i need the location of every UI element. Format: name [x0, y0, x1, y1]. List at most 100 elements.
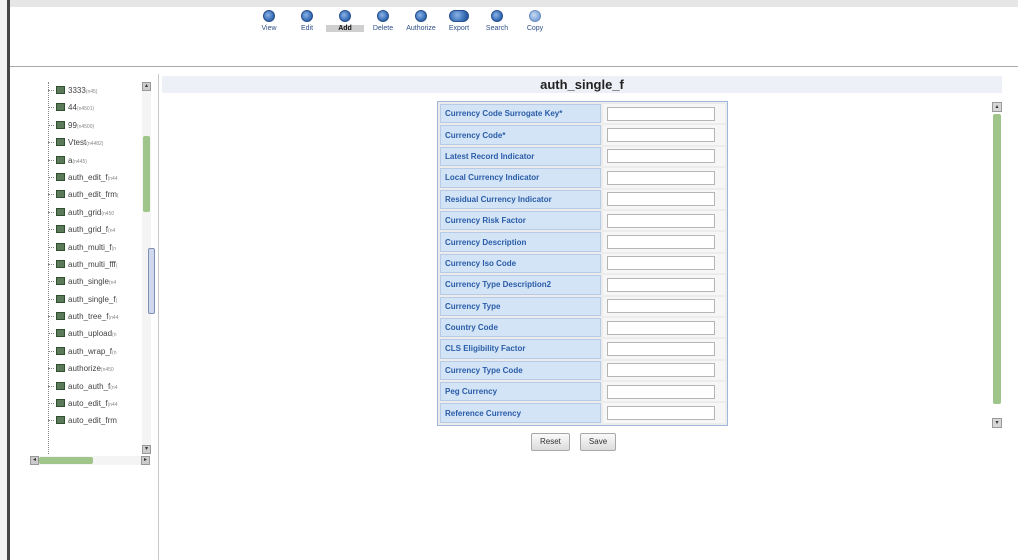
- toolbar-add-button[interactable]: Add: [326, 10, 364, 32]
- field-label: Currency Iso Code: [440, 253, 601, 274]
- tree-item-meta: (n450: [100, 367, 114, 374]
- toolbar-label: Copy: [526, 25, 544, 32]
- scroll-right-icon[interactable]: ▸: [141, 456, 150, 465]
- tree-connector: [48, 368, 54, 370]
- tree-item[interactable]: auth_tree_f(n44: [30, 308, 142, 325]
- text-input-field[interactable]: [607, 277, 715, 292]
- text-input-field[interactable]: [607, 384, 715, 399]
- text-input-field[interactable]: [607, 128, 715, 143]
- page-title: auth_single_f: [162, 76, 1002, 93]
- form-node-icon: [56, 381, 65, 390]
- text-input-field[interactable]: [607, 106, 715, 121]
- tree-item[interactable]: auto_auth_f(n4: [30, 378, 142, 395]
- toolbar-label: Authorize: [406, 25, 436, 32]
- tree-item[interactable]: auth_upload(n: [30, 325, 142, 342]
- toolbar-edit-button[interactable]: Edit: [288, 10, 326, 32]
- tree-item[interactable]: a(n445): [30, 152, 142, 169]
- text-input-field[interactable]: [607, 235, 715, 250]
- tree-scroll-thumb[interactable]: [143, 136, 150, 212]
- tree-view: 3333(n45) 44(n4501) 99(n4500) Vtest(n4482) a…: [30, 82, 142, 454]
- text-input-field[interactable]: [607, 256, 715, 271]
- tree-hscroll-thumb[interactable]: [39, 457, 93, 464]
- field-label: Currency Risk Factor: [440, 210, 601, 231]
- tree-item[interactable]: auth_multi_f(n: [30, 239, 142, 256]
- text-input-field[interactable]: [607, 341, 715, 356]
- form-node-icon: [56, 86, 65, 94]
- scroll-down-icon[interactable]: ▾: [992, 418, 1002, 428]
- tree-item[interactable]: auto_edit_f(n44: [30, 395, 142, 412]
- tree-connector: [48, 176, 54, 178]
- tree-item-label: auth_edit_f: [68, 172, 108, 182]
- toolbar-copy-button[interactable]: Copy: [516, 10, 554, 32]
- tree-item[interactable]: authorize(n450: [30, 360, 142, 377]
- form-node-icon: [56, 172, 65, 181]
- tree-connector: [48, 333, 54, 335]
- toolbar-search-button[interactable]: Search: [478, 10, 516, 32]
- tree-connector: [48, 124, 54, 126]
- tree-item[interactable]: 99(n4500): [30, 117, 142, 134]
- edit-icon: [301, 10, 313, 22]
- toolbar-export-button[interactable]: Export: [440, 10, 478, 32]
- view-icon: [263, 10, 275, 22]
- tree-horizontal-scrollbar[interactable]: ◂ ▸: [30, 456, 150, 465]
- form-node-icon: [56, 190, 65, 199]
- form-row: Currency Iso Code: [440, 253, 725, 274]
- tree-item[interactable]: auth_single(n4: [30, 273, 142, 290]
- toolbar-authorize-button[interactable]: Authorize: [402, 10, 440, 32]
- field-cell: [603, 210, 725, 231]
- toolbar-label: Delete: [372, 25, 394, 32]
- text-input-field[interactable]: [607, 299, 715, 314]
- tree-item-meta: (n4482): [86, 141, 104, 148]
- tree-item[interactable]: Vtest(n4482): [30, 134, 142, 151]
- text-input-field[interactable]: [607, 320, 715, 335]
- scroll-down-icon[interactable]: ▾: [142, 445, 151, 454]
- tree-item-label: 3333: [68, 86, 86, 95]
- tree-item-meta: (: [115, 262, 118, 269]
- field-label: Currency Type Description2: [440, 275, 601, 295]
- tree-item[interactable]: auto_edit_frm: [30, 412, 142, 429]
- form-row: Reference Currency: [440, 403, 725, 423]
- text-input-field[interactable]: [607, 363, 715, 378]
- tree-item[interactable]: 44(n4501): [30, 99, 142, 116]
- tree-item-label: auth_wrap_f: [68, 346, 113, 356]
- text-input-field[interactable]: [607, 170, 715, 185]
- reset-button[interactable]: Reset: [531, 433, 570, 451]
- tree-item[interactable]: auth_edit_frm(: [30, 186, 142, 203]
- tree-connector: [48, 142, 54, 144]
- scroll-up-icon[interactable]: ▴: [142, 82, 151, 91]
- field-label: Currency Code Surrogate Key*: [440, 104, 601, 124]
- form-node-icon: [56, 155, 65, 164]
- panel-splitter-handle[interactable]: [148, 248, 155, 314]
- tree-item[interactable]: auth_wrap_f(n: [30, 343, 142, 360]
- tree-item-label: auto_auth_f: [68, 381, 111, 391]
- scroll-up-icon[interactable]: ▴: [992, 102, 1002, 112]
- text-input-field[interactable]: [607, 149, 715, 164]
- tree-item-label: auth_multi_f: [68, 242, 112, 252]
- scroll-left-icon[interactable]: ◂: [30, 456, 39, 465]
- tree-item[interactable]: auth_grid_f(n4: [30, 221, 142, 238]
- tree-item-label: 99: [68, 120, 77, 130]
- field-label: CLS Eligibility Factor: [440, 339, 601, 359]
- tree-item[interactable]: auth_multi_fff(: [30, 256, 142, 273]
- tree-item[interactable]: auth_single_f(: [30, 291, 142, 308]
- form-node-icon: [56, 416, 65, 425]
- tree-item[interactable]: auth_edit_f(n44: [30, 169, 142, 186]
- tree-item-label: authorize: [68, 364, 101, 374]
- text-input-field[interactable]: [607, 213, 715, 228]
- form-node-icon: [56, 277, 65, 286]
- tree-item-meta: (n44: [107, 402, 118, 409]
- form-row: Currency Code*: [440, 125, 725, 145]
- content-vertical-scrollbar[interactable]: ▴ ▾: [992, 102, 1002, 428]
- field-cell: [603, 296, 725, 316]
- tree-item[interactable]: auth_grid(n450: [30, 204, 142, 221]
- text-input-field[interactable]: [607, 406, 715, 421]
- form-row: Currency Type: [440, 296, 725, 316]
- content-scroll-thumb[interactable]: [993, 114, 1001, 404]
- text-input-field[interactable]: [607, 192, 715, 207]
- field-cell: [603, 146, 725, 167]
- add-icon: [339, 10, 351, 22]
- tree-item[interactable]: 3333(n45): [30, 82, 142, 99]
- toolbar-delete-button[interactable]: Delete: [364, 10, 402, 32]
- toolbar-view-button[interactable]: View: [250, 10, 288, 32]
- save-button[interactable]: Save: [579, 433, 617, 451]
